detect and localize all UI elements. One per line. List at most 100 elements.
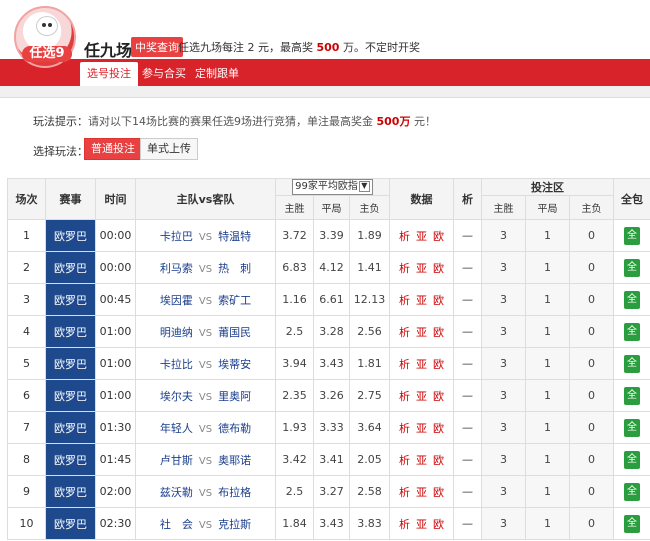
bet-draw[interactable]: 1 — [525, 507, 571, 540]
bet-away-win[interactable]: 0 — [569, 219, 615, 252]
euro-odds-link[interactable]: 欧 — [433, 422, 444, 435]
home-team[interactable]: 埃尔夫 — [160, 388, 193, 404]
away-team[interactable]: 莆国民 — [218, 324, 251, 340]
away-team[interactable]: 德布勒 — [218, 420, 251, 436]
odds-source-select[interactable]: 99家平均欧指 ▼ — [292, 179, 373, 195]
bet-home-win[interactable]: 3 — [481, 443, 527, 476]
asian-odds-link[interactable]: 亚 — [416, 230, 427, 243]
away-team[interactable]: 克拉斯 — [218, 516, 251, 532]
euro-odds-link[interactable]: 欧 — [433, 294, 444, 307]
asian-odds-link[interactable]: 亚 — [416, 454, 427, 467]
select-all-button[interactable]: 全 — [624, 354, 641, 373]
bet-home-win[interactable]: 3 — [481, 219, 527, 252]
home-team[interactable]: 兹沃勒 — [160, 484, 193, 500]
select-all-button[interactable]: 全 — [624, 258, 641, 277]
asian-odds-link[interactable]: 亚 — [416, 326, 427, 339]
asian-odds-link[interactable]: 亚 — [416, 422, 427, 435]
euro-odds-link[interactable]: 欧 — [433, 390, 444, 403]
bet-draw[interactable]: 1 — [525, 347, 571, 380]
select-all-button[interactable]: 全 — [624, 418, 641, 437]
away-team[interactable]: 热 刺 — [218, 260, 251, 276]
euro-odds-link[interactable]: 欧 — [433, 358, 444, 371]
league-name[interactable]: 欧罗巴 — [45, 507, 96, 540]
bet-away-win[interactable]: 0 — [569, 411, 615, 444]
analysis-link[interactable]: 析 — [399, 230, 410, 243]
bet-away-win[interactable]: 0 — [569, 475, 615, 508]
asian-odds-link[interactable]: 亚 — [416, 358, 427, 371]
home-team[interactable]: 年轻人 — [160, 420, 193, 436]
bet-draw[interactable]: 1 — [525, 443, 571, 476]
bet-away-win[interactable]: 0 — [569, 251, 615, 284]
bet-home-win[interactable]: 3 — [481, 507, 527, 540]
single-upload-button[interactable]: 单式上传 — [140, 138, 198, 160]
home-team[interactable]: 卢甘斯 — [160, 452, 193, 468]
tab-custom-follow[interactable]: 定制跟单 — [188, 62, 246, 86]
bet-draw[interactable]: 1 — [525, 219, 571, 252]
bet-away-win[interactable]: 0 — [569, 379, 615, 412]
away-team[interactable]: 布拉格 — [218, 484, 251, 500]
select-all-button[interactable]: 全 — [624, 482, 641, 501]
bet-away-win[interactable]: 0 — [569, 283, 615, 316]
asian-odds-link[interactable]: 亚 — [416, 390, 427, 403]
bet-home-win[interactable]: 3 — [481, 283, 527, 316]
bet-home-win[interactable]: 3 — [481, 251, 527, 284]
bet-home-win[interactable]: 3 — [481, 475, 527, 508]
away-team[interactable]: 里奥阿 — [218, 388, 251, 404]
asian-odds-link[interactable]: 亚 — [416, 262, 427, 275]
home-team[interactable]: 埃因霍 — [160, 292, 193, 308]
tab-join-group-buy[interactable]: 参与合买 — [135, 62, 193, 86]
bet-home-win[interactable]: 3 — [481, 411, 527, 444]
league-name[interactable]: 欧罗巴 — [45, 219, 96, 252]
bet-away-win[interactable]: 0 — [569, 507, 615, 540]
euro-odds-link[interactable]: 欧 — [433, 454, 444, 467]
league-name[interactable]: 欧罗巴 — [45, 379, 96, 412]
bet-draw[interactable]: 1 — [525, 315, 571, 348]
euro-odds-link[interactable]: 欧 — [433, 486, 444, 499]
home-team[interactable]: 利马索 — [160, 260, 193, 276]
league-name[interactable]: 欧罗巴 — [45, 347, 96, 380]
analysis-link[interactable]: 析 — [399, 358, 410, 371]
euro-odds-link[interactable]: 欧 — [433, 518, 444, 531]
league-name[interactable]: 欧罗巴 — [45, 315, 96, 348]
asian-odds-link[interactable]: 亚 — [416, 518, 427, 531]
select-all-button[interactable]: 全 — [624, 450, 641, 469]
bet-away-win[interactable]: 0 — [569, 347, 615, 380]
league-name[interactable]: 欧罗巴 — [45, 443, 96, 476]
away-team[interactable]: 埃蒂安 — [218, 356, 251, 372]
bet-home-win[interactable]: 3 — [481, 315, 527, 348]
home-team[interactable]: 社 会 — [160, 516, 193, 532]
league-name[interactable]: 欧罗巴 — [45, 251, 96, 284]
home-team[interactable]: 卡拉巴 — [160, 228, 193, 244]
euro-odds-link[interactable]: 欧 — [433, 262, 444, 275]
select-all-button[interactable]: 全 — [624, 386, 641, 405]
away-team[interactable]: 特温特 — [218, 228, 251, 244]
bet-draw[interactable]: 1 — [525, 411, 571, 444]
logo[interactable]: 任选9 — [14, 6, 76, 68]
bet-home-win[interactable]: 3 — [481, 347, 527, 380]
away-team[interactable]: 奥耶诺 — [218, 452, 251, 468]
analysis-link[interactable]: 析 — [399, 486, 410, 499]
bet-draw[interactable]: 1 — [525, 251, 571, 284]
prize-query-button[interactable]: 中奖查询 — [131, 37, 183, 57]
analysis-link[interactable]: 析 — [399, 518, 410, 531]
bet-draw[interactable]: 1 — [525, 475, 571, 508]
euro-odds-link[interactable]: 欧 — [433, 230, 444, 243]
analysis-link[interactable]: 析 — [399, 422, 410, 435]
analysis-link[interactable]: 析 — [399, 454, 410, 467]
analysis-link[interactable]: 析 — [399, 262, 410, 275]
home-team[interactable]: 明迪纳 — [160, 324, 193, 340]
bet-draw[interactable]: 1 — [525, 379, 571, 412]
bet-draw[interactable]: 1 — [525, 283, 571, 316]
bet-home-win[interactable]: 3 — [481, 379, 527, 412]
select-all-button[interactable]: 全 — [624, 322, 641, 341]
select-all-button[interactable]: 全 — [624, 226, 641, 245]
bet-away-win[interactable]: 0 — [569, 443, 615, 476]
analysis-link[interactable]: 析 — [399, 390, 410, 403]
asian-odds-link[interactable]: 亚 — [416, 294, 427, 307]
league-name[interactable]: 欧罗巴 — [45, 411, 96, 444]
bet-away-win[interactable]: 0 — [569, 315, 615, 348]
analysis-link[interactable]: 析 — [399, 326, 410, 339]
analysis-link[interactable]: 析 — [399, 294, 410, 307]
normal-bet-button[interactable]: 普通投注 — [84, 138, 142, 160]
select-all-button[interactable]: 全 — [624, 514, 641, 533]
